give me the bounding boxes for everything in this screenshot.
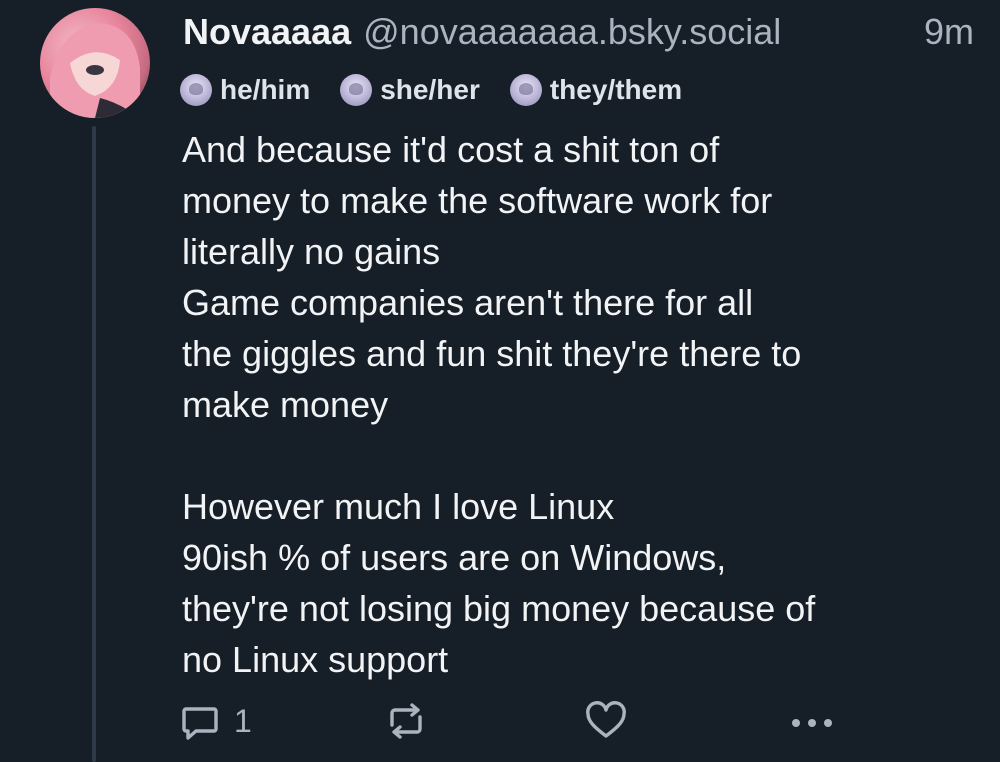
avatar-image	[50, 23, 140, 118]
pronoun-badges: he/him she/her they/them	[180, 74, 712, 106]
like-button[interactable]	[584, 696, 628, 746]
handle[interactable]: @novaaaaaaa.bsky.social	[363, 10, 781, 54]
pronoun-label: she/her	[380, 74, 480, 105]
reply-count: 1	[234, 702, 252, 739]
post-actions: 1	[180, 696, 1000, 746]
more-icon	[792, 719, 832, 727]
pronoun-label: he/him	[220, 74, 311, 105]
pronoun-avatar-icon	[180, 74, 212, 106]
timestamp[interactable]: 9m	[924, 10, 974, 54]
display-name[interactable]: Novaaaaa	[183, 10, 351, 54]
pronoun-avatar-icon	[340, 74, 373, 106]
pronoun-badge-they-them: they/them	[509, 74, 683, 106]
post-header: Novaaaaa @novaaaaaaa.bsky.social 9m	[183, 10, 974, 54]
pronoun-badge-he-him: he/him	[180, 74, 310, 106]
pronoun-badge-she-her: she/her	[340, 74, 480, 106]
more-options-button[interactable]	[788, 696, 836, 746]
repost-icon	[390, 703, 422, 739]
reply-icon	[182, 707, 218, 740]
post-text: And because it'd cost a shit ton of mone…	[182, 129, 816, 680]
thread-line	[92, 126, 96, 762]
repost-button[interactable]	[384, 696, 428, 746]
pronoun-label: they/them	[549, 74, 683, 105]
pronoun-avatar-icon	[509, 74, 542, 106]
avatar[interactable]	[40, 8, 150, 118]
reply-button[interactable]: 1	[180, 696, 252, 746]
like-icon	[586, 701, 626, 738]
